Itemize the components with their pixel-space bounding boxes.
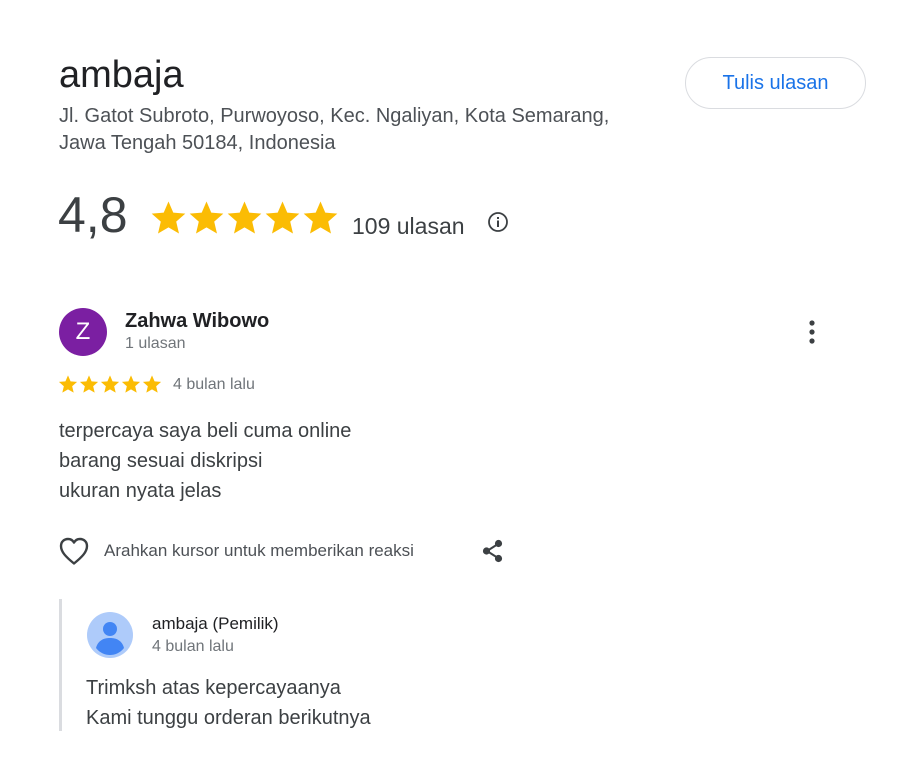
average-rating: 4,8: [58, 187, 128, 243]
reviewer-review-count: 1 ulasan: [125, 335, 186, 352]
address-line-1: Jl. Gatot Subroto, Purwoyoso, Kec. Ngali…: [59, 105, 610, 127]
reviewer-avatar[interactable]: Z: [59, 308, 107, 356]
star-icon: [151, 201, 186, 234]
star-icon: [265, 201, 300, 234]
review-text-line: terpercaya saya beli cuma online: [59, 420, 352, 442]
more-vert-icon[interactable]: [800, 318, 824, 346]
reply-text-line: Kami tunggu orderan berikutnya: [86, 707, 371, 729]
business-address: Jl. Gatot Subroto, Purwoyoso, Kec. Ngali…: [59, 103, 659, 157]
review-date: 4 bulan lalu: [173, 376, 255, 393]
star-icon: [79, 375, 99, 393]
review-body: terpercaya saya beli cuma online barang …: [59, 416, 351, 506]
info-icon[interactable]: [486, 210, 510, 234]
star-icon: [121, 375, 141, 393]
person-avatar-icon[interactable]: [87, 612, 133, 658]
write-review-button[interactable]: Tulis ulasan: [685, 57, 866, 109]
reply-text-line: Trimksh atas kepercayaanya: [86, 677, 341, 699]
star-icon: [58, 375, 78, 393]
review-stars: [58, 374, 162, 394]
rating-stars: [150, 199, 339, 236]
review-text-line: ukuran nyata jelas: [59, 480, 222, 502]
owner-reply-date: 4 bulan lalu: [152, 638, 234, 655]
star-icon: [100, 375, 120, 393]
owner-reply-body: Trimksh atas kepercayaanya Kami tunggu o…: [86, 673, 371, 733]
share-icon[interactable]: [480, 538, 505, 564]
star-icon: [142, 375, 162, 393]
owner-reply-author: ambaja (Pemilik): [152, 614, 279, 633]
star-icon: [189, 201, 224, 234]
reaction-prompt: Arahkan kursor untuk memberikan reaksi: [104, 541, 414, 560]
review-text-line: barang sesuai diskripsi: [59, 450, 263, 472]
star-icon: [227, 201, 262, 234]
reply-divider: [59, 599, 62, 731]
review-count[interactable]: 109 ulasan: [352, 212, 465, 240]
star-icon: [303, 201, 338, 234]
reviewer-name[interactable]: Zahwa Wibowo: [125, 309, 269, 333]
heart-outline-icon[interactable]: [58, 536, 90, 566]
address-line-2: Jawa Tengah 50184, Indonesia: [59, 132, 336, 154]
business-name: ambaja: [59, 54, 184, 96]
